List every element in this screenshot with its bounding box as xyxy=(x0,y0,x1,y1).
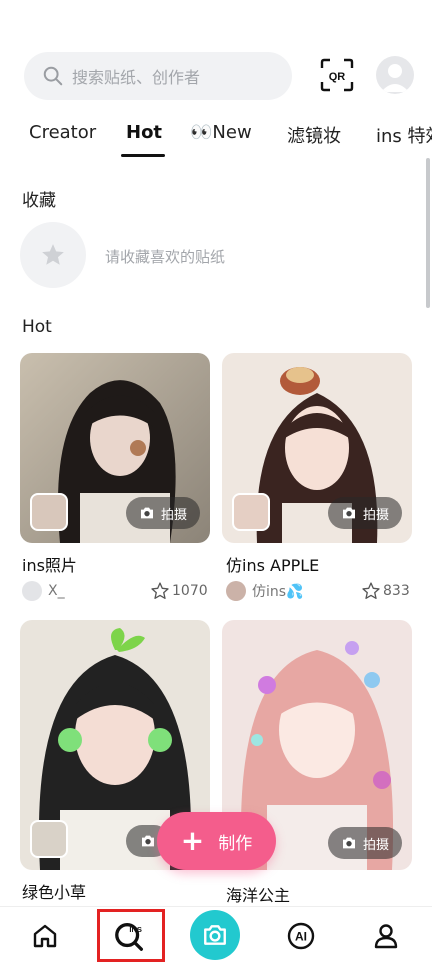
create-button[interactable]: + 制作 xyxy=(157,812,276,870)
highlight-box xyxy=(97,909,165,962)
camera-icon xyxy=(142,835,154,847)
nav-home[interactable] xyxy=(27,918,63,954)
shoot-label: 拍摄 xyxy=(160,507,187,523)
home-icon xyxy=(33,924,57,948)
author-name: 仿ins💦 xyxy=(252,584,304,600)
plus-icon: + xyxy=(180,824,205,857)
sticker-card[interactable]: 拍摄 xyxy=(222,353,412,543)
favorites-placeholder xyxy=(20,222,86,288)
author-name: X_ xyxy=(48,583,65,599)
like-count[interactable]: 833 xyxy=(361,581,410,601)
sticker-title[interactable]: 绿色小草 xyxy=(22,879,86,903)
scrollbar[interactable] xyxy=(426,158,430,308)
profile-icon xyxy=(374,924,398,949)
sticker-author[interactable]: 仿ins💦 xyxy=(226,580,304,602)
sticker-author[interactable]: X_ xyxy=(22,580,65,602)
tab-filter-makeup[interactable]: 滤镜妆 xyxy=(287,122,341,148)
shoot-label: 拍摄 xyxy=(362,507,389,523)
search-placeholder: 搜索贴纸、创作者 xyxy=(72,68,201,87)
like-number: 833 xyxy=(383,583,410,599)
sticker-title[interactable]: ins照片 xyxy=(22,552,77,576)
shoot-button[interactable]: 拍摄 xyxy=(126,497,200,529)
active-tab-indicator xyxy=(121,154,165,157)
tab-creator[interactable]: Creator xyxy=(29,122,96,143)
search-input[interactable]: 搜索贴纸、创作者 xyxy=(24,52,292,100)
nav-profile[interactable] xyxy=(368,918,404,954)
sticker-title[interactable]: 仿ins APPLE xyxy=(226,552,319,576)
shoot-label: 拍摄 xyxy=(362,837,389,853)
hot-section-title: Hot xyxy=(22,317,52,337)
camera-icon xyxy=(140,507,153,519)
sticker-thumbnail xyxy=(30,820,68,858)
tab-ins-effects[interactable]: ins 特效 xyxy=(376,122,432,148)
ai-icon: AI xyxy=(287,922,315,950)
qr-label: QR xyxy=(329,71,346,83)
category-tabs: Creator Hot 👀New 滤镜妆 ins 特效 xyxy=(0,112,432,160)
shoot-button[interactable]: 拍摄 xyxy=(328,497,402,529)
sticker-card[interactable]: 拍摄 xyxy=(20,353,210,543)
like-number: 1070 xyxy=(172,583,208,599)
tab-new[interactable]: 👀New xyxy=(190,122,252,143)
star-outline-icon xyxy=(362,582,380,599)
author-avatar xyxy=(22,581,42,601)
shoot-button[interactable]: 拍摄 xyxy=(328,827,402,859)
camera-button[interactable] xyxy=(190,910,240,960)
avatar-icon xyxy=(381,64,409,92)
camera-icon xyxy=(342,507,355,519)
sticker-title[interactable]: 海洋公主 xyxy=(226,882,290,906)
tab-hot[interactable]: Hot xyxy=(126,122,162,143)
camera-icon xyxy=(342,837,355,849)
nav-ai[interactable]: AI xyxy=(283,918,319,954)
favorites-title: 收藏 xyxy=(22,191,56,211)
qr-scan-button[interactable]: QR xyxy=(320,58,354,92)
author-avatar xyxy=(226,581,246,601)
search-icon xyxy=(43,66,63,86)
ai-label: AI xyxy=(295,930,307,944)
star-icon xyxy=(42,244,64,265)
sticker-thumbnail xyxy=(30,493,68,531)
camera-icon xyxy=(204,925,226,945)
sticker-thumbnail xyxy=(232,493,270,531)
like-count[interactable]: 1070 xyxy=(150,581,208,601)
create-label: 制作 xyxy=(218,833,253,854)
favorites-empty-text: 请收藏喜欢的贴纸 xyxy=(105,248,226,266)
star-outline-icon xyxy=(151,582,169,599)
user-avatar-button[interactable] xyxy=(376,56,414,94)
